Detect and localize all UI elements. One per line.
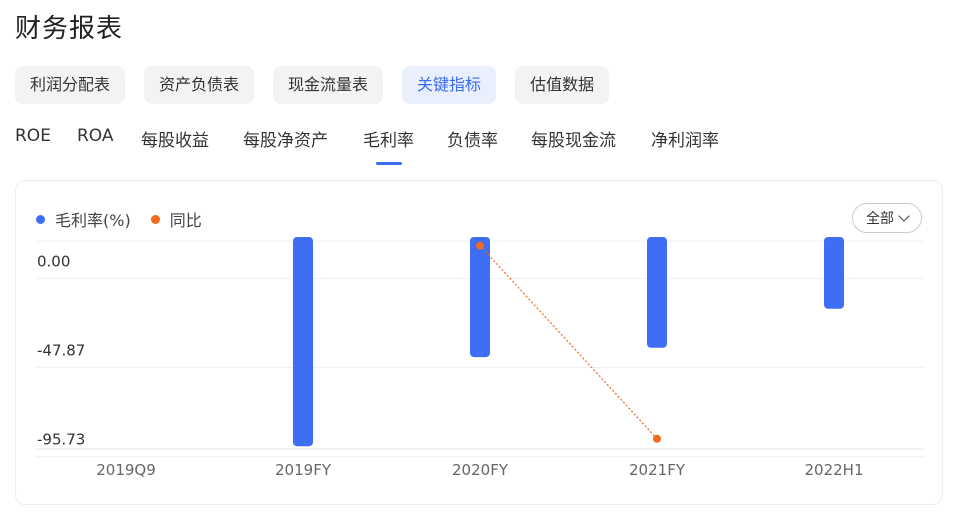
subtab-eps[interactable]: 每股收益: [141, 126, 209, 151]
tab-income-distribution[interactable]: 利润分配表: [15, 66, 126, 104]
bar-gross-margin: [647, 237, 667, 348]
x-tick-label: 2020FY: [452, 461, 509, 479]
subtab-roe[interactable]: ROE: [15, 126, 51, 146]
bar-gross-margin: [824, 237, 844, 309]
page-title: 财务报表: [15, 14, 124, 44]
x-tick-label: 2022H1: [805, 461, 864, 479]
tab-balance-sheet[interactable]: 资产负债表: [144, 66, 255, 104]
chart-card: 毛利率(%) 同比 全部 0.00 -47.87 -95.73 2019Q9 2019F…: [15, 180, 943, 505]
x-tick-label: 2019FY: [275, 461, 332, 479]
subtab-roa[interactable]: ROA: [77, 126, 114, 146]
y-tick-label: -47.87: [37, 341, 85, 359]
y-tick-label: -95.73: [37, 430, 85, 448]
yoy-point: [653, 434, 661, 443]
x-tick-label: 2021FY: [629, 461, 686, 479]
tab-cash-flow[interactable]: 现金流量表: [273, 66, 384, 104]
subtab-bvps[interactable]: 每股净资产: [243, 126, 328, 151]
x-tick-label: 2019Q9: [96, 461, 156, 479]
bar-gross-margin: [293, 237, 313, 447]
tab-key-indicators[interactable]: 关键指标: [402, 66, 497, 104]
bar-gross-margin: [470, 237, 490, 358]
yoy-line: [479, 245, 658, 440]
subtab-debt-ratio[interactable]: 负债率: [447, 126, 498, 151]
subtab-net-margin[interactable]: 净利润率: [651, 126, 719, 151]
subtab-cash-flow-per-share[interactable]: 每股现金流: [531, 126, 616, 151]
yoy-point: [476, 241, 484, 250]
subtab-gross-margin[interactable]: 毛利率: [363, 126, 414, 151]
y-tick-label: 0.00: [37, 253, 70, 271]
tab-valuation-data[interactable]: 估值数据: [515, 66, 610, 104]
gross-margin-chart: 0.00 -47.87 -95.73 2019Q9 2019FY 2020FY 2021FY…: [36, 237, 924, 479]
report-tabs: 利润分配表 资产负债表 现金流量表 关键指标 估值数据: [15, 66, 610, 104]
